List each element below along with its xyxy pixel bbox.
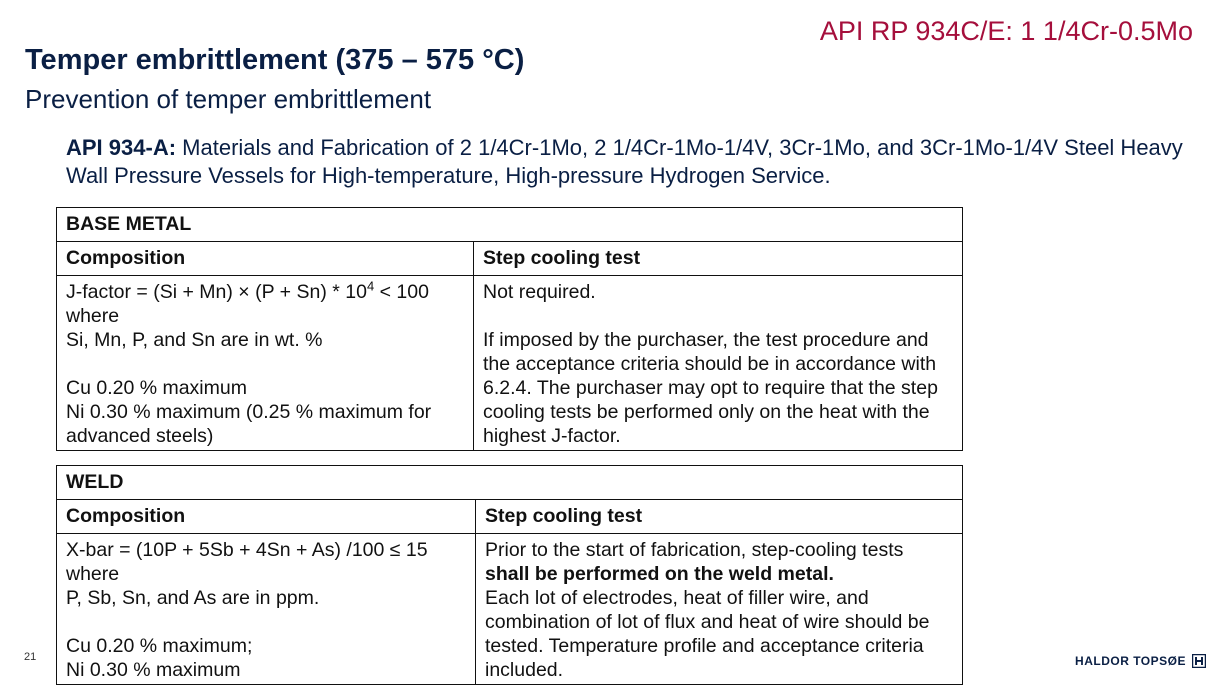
page-subtitle: Prevention of temper embrittlement xyxy=(25,84,432,114)
page-number: 21 xyxy=(24,651,37,663)
step-line: highest J-factor. xyxy=(483,425,621,447)
weld-table: WELD Composition Step cooling test X-bar… xyxy=(56,465,963,685)
step-line: combination of lot of flux and heat of w… xyxy=(485,611,930,633)
j-factor-formula: J-factor = (Si + Mn) × (P + Sn) * 104 < … xyxy=(66,278,429,304)
step-line: the acceptance criteria should be in acc… xyxy=(483,353,937,375)
weld-composition-header: Composition xyxy=(56,499,476,534)
step-line-emphasis: shall be performed on the weld metal. xyxy=(485,563,834,585)
logo-mark-icon xyxy=(1192,654,1206,668)
base-metal-step-header: Step cooling test xyxy=(473,241,963,276)
base-metal-composition-cell: J-factor = (Si + Mn) × (P + Sn) * 104 < … xyxy=(56,275,474,451)
standard-reference: API RP 934C/E: 1 1/4Cr-0.5Mo xyxy=(819,16,1193,46)
weld-composition-cell: X-bar = (10P + 5Sb + 4Sn + As) /100 ≤ 15… xyxy=(56,533,476,685)
base-metal-table: BASE METAL Composition Step cooling test… xyxy=(56,207,963,451)
base-metal-section-header: BASE METAL xyxy=(56,207,963,242)
step-line: cooling tests be performed only on the h… xyxy=(483,401,930,423)
company-logo: HALDOR TOPSØE xyxy=(1075,654,1206,668)
where-text: where xyxy=(66,305,120,327)
intro-lead: API 934-A: xyxy=(66,135,177,160)
where-text: where xyxy=(66,563,120,585)
step-line: Prior to the start of fabrication, step-… xyxy=(485,539,904,561)
step-line: Each lot of electrodes, heat of filler w… xyxy=(485,587,869,609)
ni-limit: Ni 0.30 % maximum (0.25 % maximum for xyxy=(66,401,432,423)
base-metal-step-cell: Not required. If imposed by the purchase… xyxy=(473,275,963,451)
x-bar-formula: X-bar = (10P + 5Sb + 4Sn + As) /100 ≤ 15 xyxy=(66,539,428,561)
step-line: tested. Temperature profile and acceptan… xyxy=(485,635,924,657)
weld-step-header: Step cooling test xyxy=(475,499,963,534)
weld-section-header: WELD xyxy=(56,465,963,500)
intro-paragraph: API 934-A: Materials and Fabrication of … xyxy=(66,134,1186,190)
page-title: Temper embrittlement (375 – 575 °C) xyxy=(25,44,525,76)
weld-step-cell: Prior to the start of fabrication, step-… xyxy=(475,533,963,685)
intro-text: Materials and Fabrication of 2 1/4Cr-1Mo… xyxy=(66,135,1183,188)
step-line: If imposed by the purchaser, the test pr… xyxy=(483,329,929,351)
step-line: 6.2.4. The purchaser may opt to require … xyxy=(483,377,938,399)
units-note: Si, Mn, P, and Sn are in wt. % xyxy=(66,329,323,351)
logo-text: HALDOR TOPSØE xyxy=(1075,654,1186,668)
units-note: P, Sb, Sn, and As are in ppm. xyxy=(66,587,320,609)
cu-limit: Cu 0.20 % maximum xyxy=(66,377,247,399)
step-line: Not required. xyxy=(483,281,596,303)
step-line: included. xyxy=(485,659,564,681)
ni-limit: Ni 0.30 % maximum xyxy=(66,659,241,681)
ni-limit-continued: advanced steels) xyxy=(66,425,214,447)
base-metal-composition-header: Composition xyxy=(56,241,474,276)
cu-limit: Cu 0.20 % maximum; xyxy=(66,635,253,657)
